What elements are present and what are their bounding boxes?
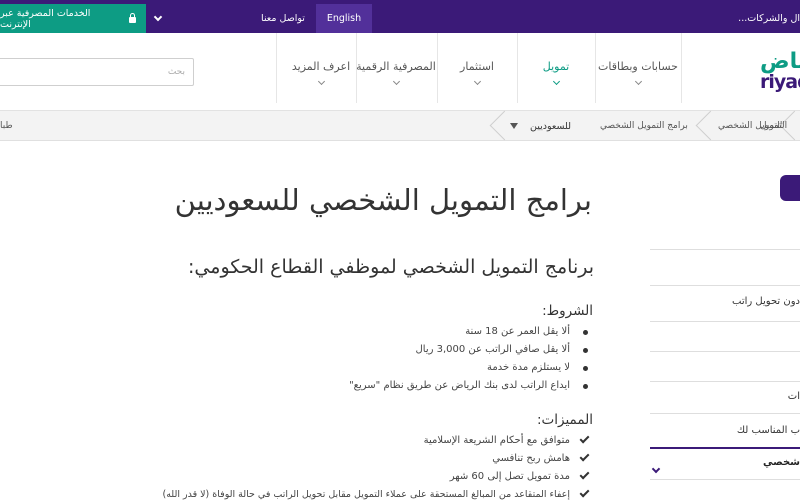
sidebar-item-suitable-for-you[interactable]: ب المناسب لك [650,425,800,436]
conditions-heading: الشروط: [542,303,593,319]
features-heading: المميزات: [536,412,593,428]
sidebar-item-no-salary-transfer[interactable]: دون تحويل راتب [650,296,800,307]
chevron-down-icon [317,77,325,86]
list-item: لا يستلزم مدة خدمة [349,359,590,377]
sidebar-divider [650,321,800,322]
nav-investment[interactable]: استثمار [437,33,517,103]
checkmark-icon [579,451,590,462]
search-input[interactable] [0,58,194,86]
nav-label: حسابات وبطاقات [598,60,678,73]
section-subtitle: برنامج التمويل الشخصي لموظفي القطاع الحك… [188,256,594,278]
sidebar-divider [650,381,800,382]
online-banking-button[interactable]: الخدمات المصرفية عبر الإنترنت [0,4,146,33]
online-banking-dropdown[interactable] [146,4,170,33]
list-item-text: مدة تمويل تصل إلى 60 شهر [449,471,570,482]
sidebar-divider-active [650,447,800,449]
sidebar-expand-toggle[interactable] [651,457,661,476]
list-item-text: متوافق مع أحكام الشريعة الإسلامية [423,435,570,446]
list-item-text: ايداع الراتب لدى بنك الرياض عن طريق نظام… [349,380,570,391]
sidebar: دون تحويل راتب ات ب المناسب لك شخصي [650,141,800,500]
checkmark-icon [579,433,590,444]
nav-financing[interactable]: تمويل [517,33,595,103]
nav-accounts-cards[interactable]: حسابات وبطاقات [595,33,681,103]
language-switch[interactable]: English [316,4,372,33]
breadcrumb-item[interactable]: برامج التمويل الشخصي [600,111,688,141]
breadcrumb-left-cutoff[interactable]: طبا [0,111,13,141]
sidebar-divider [650,285,800,286]
list-item-text: ألا يقل صافي الراتب عن 3,000 ريال [415,344,571,355]
nav-divider [276,33,277,103]
list-item-text: لا يستلزم مدة خدمة [487,362,570,373]
nav-learn-more[interactable]: اعرف المزيد [291,33,351,103]
breadcrumb: طبا للسعوديين برامج التمويل الشخصي التمو… [0,110,800,141]
chevron-down-icon [392,77,400,86]
sidebar-divider [650,249,800,250]
bullet-icon [583,348,588,353]
main-content: برامج التمويل الشخصي للسعوديين برنامج ال… [120,141,600,500]
sidebar-tab-marker [780,175,800,201]
list-item-text: ألا يقل العمر عن 18 سنة [465,326,570,337]
corporate-link[interactable]: ...ال والشركات [738,4,800,33]
nav-divider [681,33,682,103]
conditions-list: ألا يقل العمر عن 18 سنة ألا يقل صافي الر… [349,323,590,395]
list-item-text: هامش ربح تنافسي [492,453,570,464]
breadcrumb-current[interactable]: للسعوديين [530,111,571,141]
list-item: ألا يقل العمر عن 18 سنة [349,323,590,341]
sidebar-item-personal[interactable]: شخصي [650,457,800,468]
nav-digital-banking[interactable]: المصرفية الرقمية [356,33,436,103]
list-item: ألا يقل صافي الراتب عن 3,000 ريال [349,341,590,359]
bullet-icon [583,330,588,335]
lock-icon [129,12,136,23]
logo-latin: riyad [760,71,800,93]
breadcrumb-item[interactable]: التمويل [760,111,787,141]
list-item: مدة تمويل تصل إلى 60 شهر [163,468,591,486]
page-title: برامج التمويل الشخصي للسعوديين [174,183,592,217]
contact-us-link[interactable]: تواصل معنا [250,4,316,33]
chevron-down-icon [153,12,163,22]
chevron-down-icon [634,77,642,86]
sidebar-item-partial[interactable]: ات [650,391,800,402]
sidebar-divider [650,479,800,480]
riyad-bank-logo[interactable]: ياض riyad [760,51,800,95]
list-item: إعفاء المتقاعد من المبالغ المستحقة على ع… [163,486,591,500]
nav-label: تمويل [542,60,570,73]
checkmark-icon [579,469,590,480]
list-item: ايداع الراتب لدى بنك الرياض عن طريق نظام… [349,377,590,395]
checkmark-icon [579,487,590,498]
nav-label: المصرفية الرقمية [356,60,436,73]
chevron-down-icon [651,464,661,474]
online-banking-label: الخدمات المصرفية عبر الإنترنت [0,7,91,30]
list-item: هامش ربح تنافسي [163,450,591,468]
top-bar: الخدمات المصرفية عبر الإنترنت تواصل معنا… [0,0,800,33]
list-item: متوافق مع أحكام الشريعة الإسلامية [163,432,591,450]
list-item-text: إعفاء المتقاعد من المبالغ المستحقة على ع… [162,489,571,500]
nav-label: اعرف المزيد [291,60,351,73]
logo-arabic: ياض [760,49,800,74]
sidebar-divider [650,351,800,352]
sidebar-divider [650,413,800,414]
main-header: اعرف المزيد المصرفية الرقمية استثمار تمو… [0,33,800,111]
bullet-icon [583,384,588,389]
chevron-down-icon [473,77,481,86]
chevron-down-icon [552,77,560,86]
nav-label: استثمار [460,60,494,73]
features-list: متوافق مع أحكام الشريعة الإسلامية هامش ر… [163,432,591,500]
bullet-icon [583,366,588,371]
